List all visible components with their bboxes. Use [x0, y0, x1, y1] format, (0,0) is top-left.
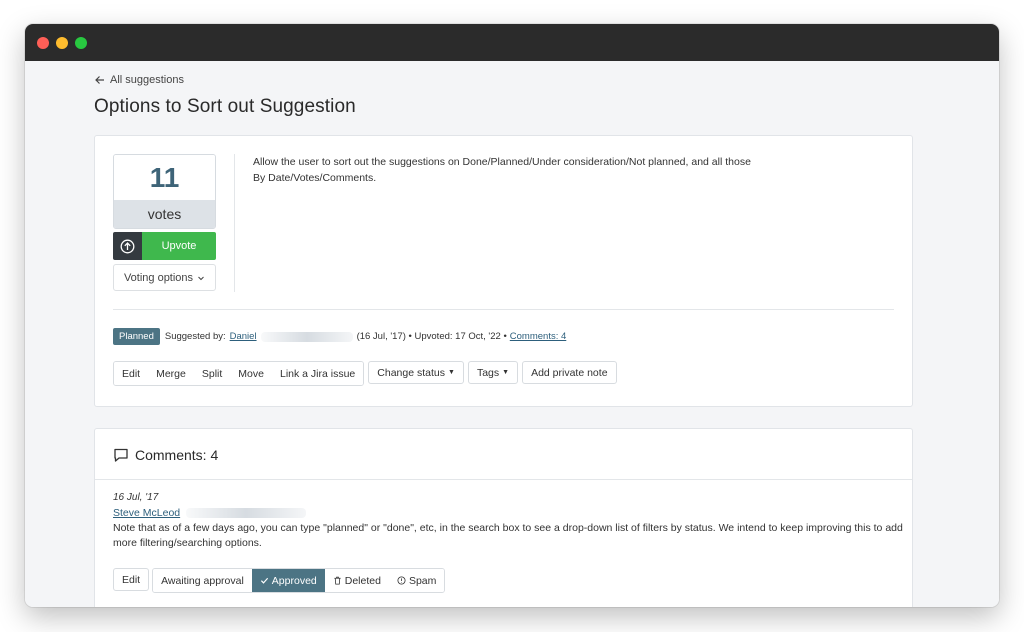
- status-badge: Planned: [113, 328, 160, 345]
- page-title: Options to Sort out Suggestion: [94, 96, 356, 117]
- chevron-down-icon: [198, 276, 204, 280]
- comments-card: Comments: 4 16 Jul, '17 Steve McLeod Not…: [94, 428, 913, 607]
- change-status-button[interactable]: Change status ▼: [368, 361, 464, 384]
- spam-label: Spam: [408, 574, 437, 587]
- moderation-group: Awaiting approval Approved Deleted Spam: [152, 568, 446, 593]
- suggestion-actions: Edit Merge Split Move Link a Jira issue …: [113, 361, 617, 386]
- close-window-button[interactable]: [37, 37, 49, 49]
- suggested-by-prefix: Suggested by:: [164, 331, 226, 342]
- comments-title: Comments: 4: [135, 447, 219, 463]
- caret-down-icon: ▼: [448, 369, 455, 376]
- votes-label: votes: [114, 200, 215, 228]
- comments-header: Comments: 4: [113, 447, 218, 463]
- back-to-suggestions-link[interactable]: All suggestions: [95, 74, 184, 86]
- arrow-up-circle-icon: [113, 232, 142, 260]
- speech-bubble-icon: [114, 448, 128, 462]
- comment-text: Note that as of a few days ago, you can …: [113, 522, 903, 549]
- split-button[interactable]: Split: [193, 362, 231, 385]
- comments-count-link[interactable]: Comments: 4: [510, 331, 567, 342]
- deleted-button[interactable]: Deleted: [324, 569, 389, 592]
- upvote-button[interactable]: Upvote: [113, 232, 216, 260]
- upvote-label: Upvote: [142, 232, 216, 260]
- comment-edit-button[interactable]: Edit: [113, 568, 150, 591]
- comment-author: Steve McLeod: [113, 507, 310, 519]
- arrow-left-icon: [95, 76, 104, 84]
- browser-window: All suggestions Options to Sort out Sugg…: [25, 24, 999, 607]
- caret-down-icon: ▼: [502, 369, 510, 376]
- voting-options-dropdown[interactable]: Voting options: [113, 264, 216, 291]
- window-titlebar: [25, 24, 999, 61]
- spam-button[interactable]: Spam: [388, 569, 445, 592]
- merge-button[interactable]: Merge: [148, 362, 194, 385]
- vertical-divider: [234, 154, 235, 292]
- back-link-label: All suggestions: [110, 74, 184, 86]
- add-private-note-button[interactable]: Add private note: [522, 361, 617, 384]
- edit-action-group: Edit Merge Split Move Link a Jira issue: [113, 361, 365, 386]
- tags-label: Tags: [476, 366, 500, 379]
- move-button[interactable]: Move: [230, 362, 272, 385]
- comment-actions: Edit Awaiting approval Approved Deleted: [113, 568, 446, 593]
- deleted-label: Deleted: [344, 574, 381, 587]
- page-content: All suggestions Options to Sort out Sugg…: [25, 61, 999, 607]
- tags-button[interactable]: Tags ▼: [467, 361, 519, 384]
- approved-label: Approved: [271, 574, 317, 587]
- link-jira-button[interactable]: Link a Jira issue: [271, 362, 364, 385]
- redacted-email: [186, 508, 307, 518]
- alert-circle-icon: [397, 576, 406, 585]
- zoom-window-button[interactable]: [75, 37, 87, 49]
- edit-button[interactable]: Edit: [114, 362, 149, 385]
- change-status-label: Change status: [377, 366, 445, 379]
- redacted-email: [260, 331, 353, 342]
- suggestion-author-link[interactable]: Daniel: [230, 331, 257, 342]
- voting-options-label: Voting options: [123, 271, 194, 284]
- comments-divider: [95, 479, 912, 480]
- suggestion-card: 11 votes Upvote Voting options Allow the…: [94, 135, 913, 407]
- approved-button[interactable]: Approved: [251, 569, 325, 592]
- comment-date: 16 Jul, '17: [113, 492, 159, 503]
- checkmark-icon: [260, 577, 268, 584]
- horizontal-divider: [113, 309, 894, 310]
- minimize-window-button[interactable]: [56, 37, 68, 49]
- comment-author-link[interactable]: Steve McLeod: [113, 507, 180, 519]
- vote-box: 11 votes: [113, 154, 216, 229]
- suggestion-description: Allow the user to sort out the suggestio…: [253, 156, 751, 184]
- suggestion-meta: Planned Suggested by: Daniel (16 Jul, '1…: [113, 328, 566, 345]
- suggestion-dates: (16 Jul, '17) • Upvoted: 17 Oct, '22 •: [356, 331, 507, 342]
- vote-count: 11: [114, 155, 215, 200]
- trash-icon: [334, 576, 341, 585]
- awaiting-approval-button[interactable]: Awaiting approval: [153, 569, 252, 592]
